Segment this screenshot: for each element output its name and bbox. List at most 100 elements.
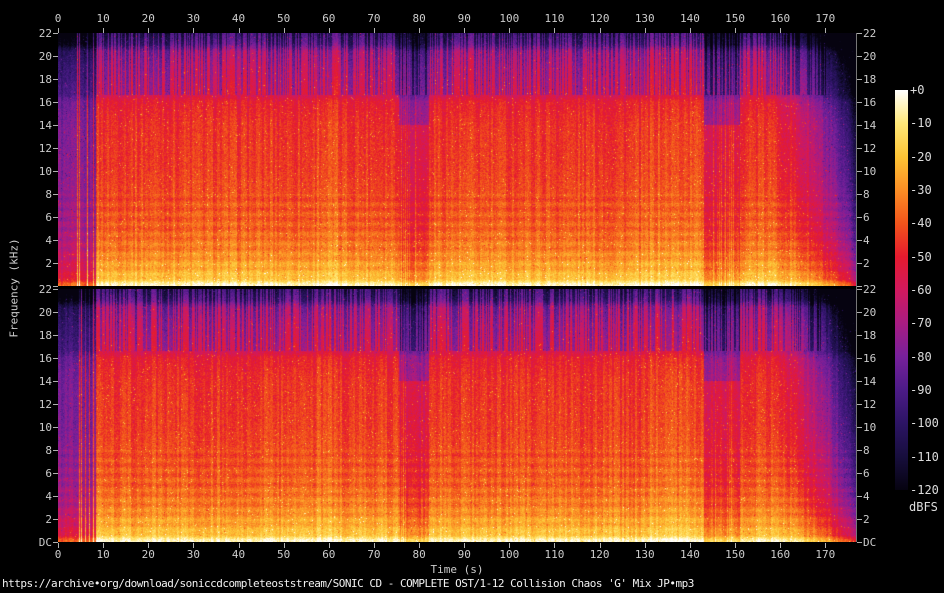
time-tick-label: 20 [141,12,155,25]
freq-tick [857,217,862,218]
time-tick-label: 10 [96,12,110,25]
db-tick-label: -10 [910,116,932,131]
time-tick-label: 170 [815,548,836,561]
time-tick-label: 60 [322,12,336,25]
freq-tick [53,33,58,34]
freq-tick-label: 10 [38,421,52,434]
freq-tick [53,56,58,57]
db-tick-label: -90 [910,383,932,397]
freq-tick-label: 20 [38,50,52,63]
freq-tick [53,79,58,80]
freq-tick-label: 12 [863,398,877,411]
time-tick-label: 150 [725,12,745,25]
freq-tick [53,286,58,287]
freq-tick [857,56,862,57]
time-tick-label: 110 [544,548,565,561]
freq-tick [857,125,862,126]
time-tick [58,28,59,33]
freq-tick-label: 2 [863,513,870,526]
freq-tick [53,171,58,172]
time-tick-label: 100 [499,12,520,25]
freq-tick [53,519,58,520]
freq-tick-label: 12 [38,142,52,155]
freq-tick [857,381,862,382]
freq-tick [53,542,58,543]
freq-tick-label: 6 [863,211,870,224]
freq-tick-label: 8 [863,444,870,457]
time-tick-label: 40 [231,548,246,561]
freq-tick-label: 6 [863,467,870,480]
freq-tick-label: 14 [38,375,52,388]
plot-right-border [856,33,857,542]
freq-tick [857,358,862,359]
time-tick-label: 170 [815,12,836,25]
freq-dc-label: DC [863,536,877,549]
freq-tick-label: 16 [38,96,52,109]
time-tick-label: 50 [277,12,291,25]
time-tick-label: 80 [412,12,426,25]
time-tick [554,28,556,33]
freq-tick [857,312,862,313]
time-tick-label: 50 [277,548,291,561]
freq-tick-label: 2 [863,257,870,270]
db-tick-label: -30 [910,183,932,197]
spectrogram-canvas-left-channel [58,33,856,286]
time-tick-label: 40 [231,12,246,25]
time-tick-label: 80 [412,548,426,561]
time-tick-label: 160 [770,12,791,25]
time-tick-label: 90 [457,12,471,25]
freq-tick [857,335,862,336]
time-tick [193,28,195,33]
db-tick-label: -50 [910,249,932,264]
time-tick [780,28,782,33]
freq-tick [53,217,58,218]
freq-tick-label: 12 [863,142,877,155]
freq-tick-label: 14 [863,119,877,132]
freq-tick-label: 18 [38,73,52,86]
time-tick-label: 120 [589,548,610,561]
freq-tick-label: 8 [45,188,52,201]
dbfs-unit-label: dBFS [909,500,938,514]
freq-tick [857,240,862,241]
time-tick [373,28,375,33]
freq-tick-label: 4 [45,234,52,247]
freq-tick-label: 14 [38,119,52,132]
freq-tick [857,33,862,34]
freq-tick [857,427,862,428]
time-tick [419,28,421,33]
time-tick [735,28,737,33]
db-tick-label: -60 [910,283,932,297]
time-tick [238,28,240,33]
time-tick-label: 130 [634,548,655,561]
freq-tick-label: 22 [38,27,52,40]
freq-tick-label: 2 [45,513,52,526]
db-tick-label: -120 [910,483,939,497]
freq-tick [53,263,58,264]
dbfs-colorbar [895,90,908,490]
spectrogram-window: Frequency (kHz) Time (s) dBFS https://ar… [0,0,944,593]
freq-tick [857,171,862,172]
freq-tick [857,148,862,149]
time-tick [283,28,285,33]
freq-tick-label: 8 [863,188,870,201]
freq-tick-label: 16 [38,352,52,365]
freq-tick [53,102,58,103]
freq-tick [857,102,862,103]
freq-tick [53,125,58,126]
db-tick-label: -40 [910,216,932,231]
freq-tick [53,381,58,382]
time-tick-label: 90 [457,548,471,561]
freq-tick-label: 10 [38,165,52,178]
freq-tick [857,473,862,474]
freq-tick [53,473,58,474]
time-tick-label: 30 [186,548,201,561]
time-axis-title: Time (s) [430,563,484,576]
freq-tick [857,286,862,287]
freq-tick-label: 20 [863,50,877,63]
freq-tick-label: 2 [45,257,52,270]
db-tick-label: -100 [910,416,939,431]
freq-tick [53,450,58,451]
freq-tick [53,496,58,497]
freq-tick-label: 8 [45,444,52,457]
time-tick [464,28,466,33]
